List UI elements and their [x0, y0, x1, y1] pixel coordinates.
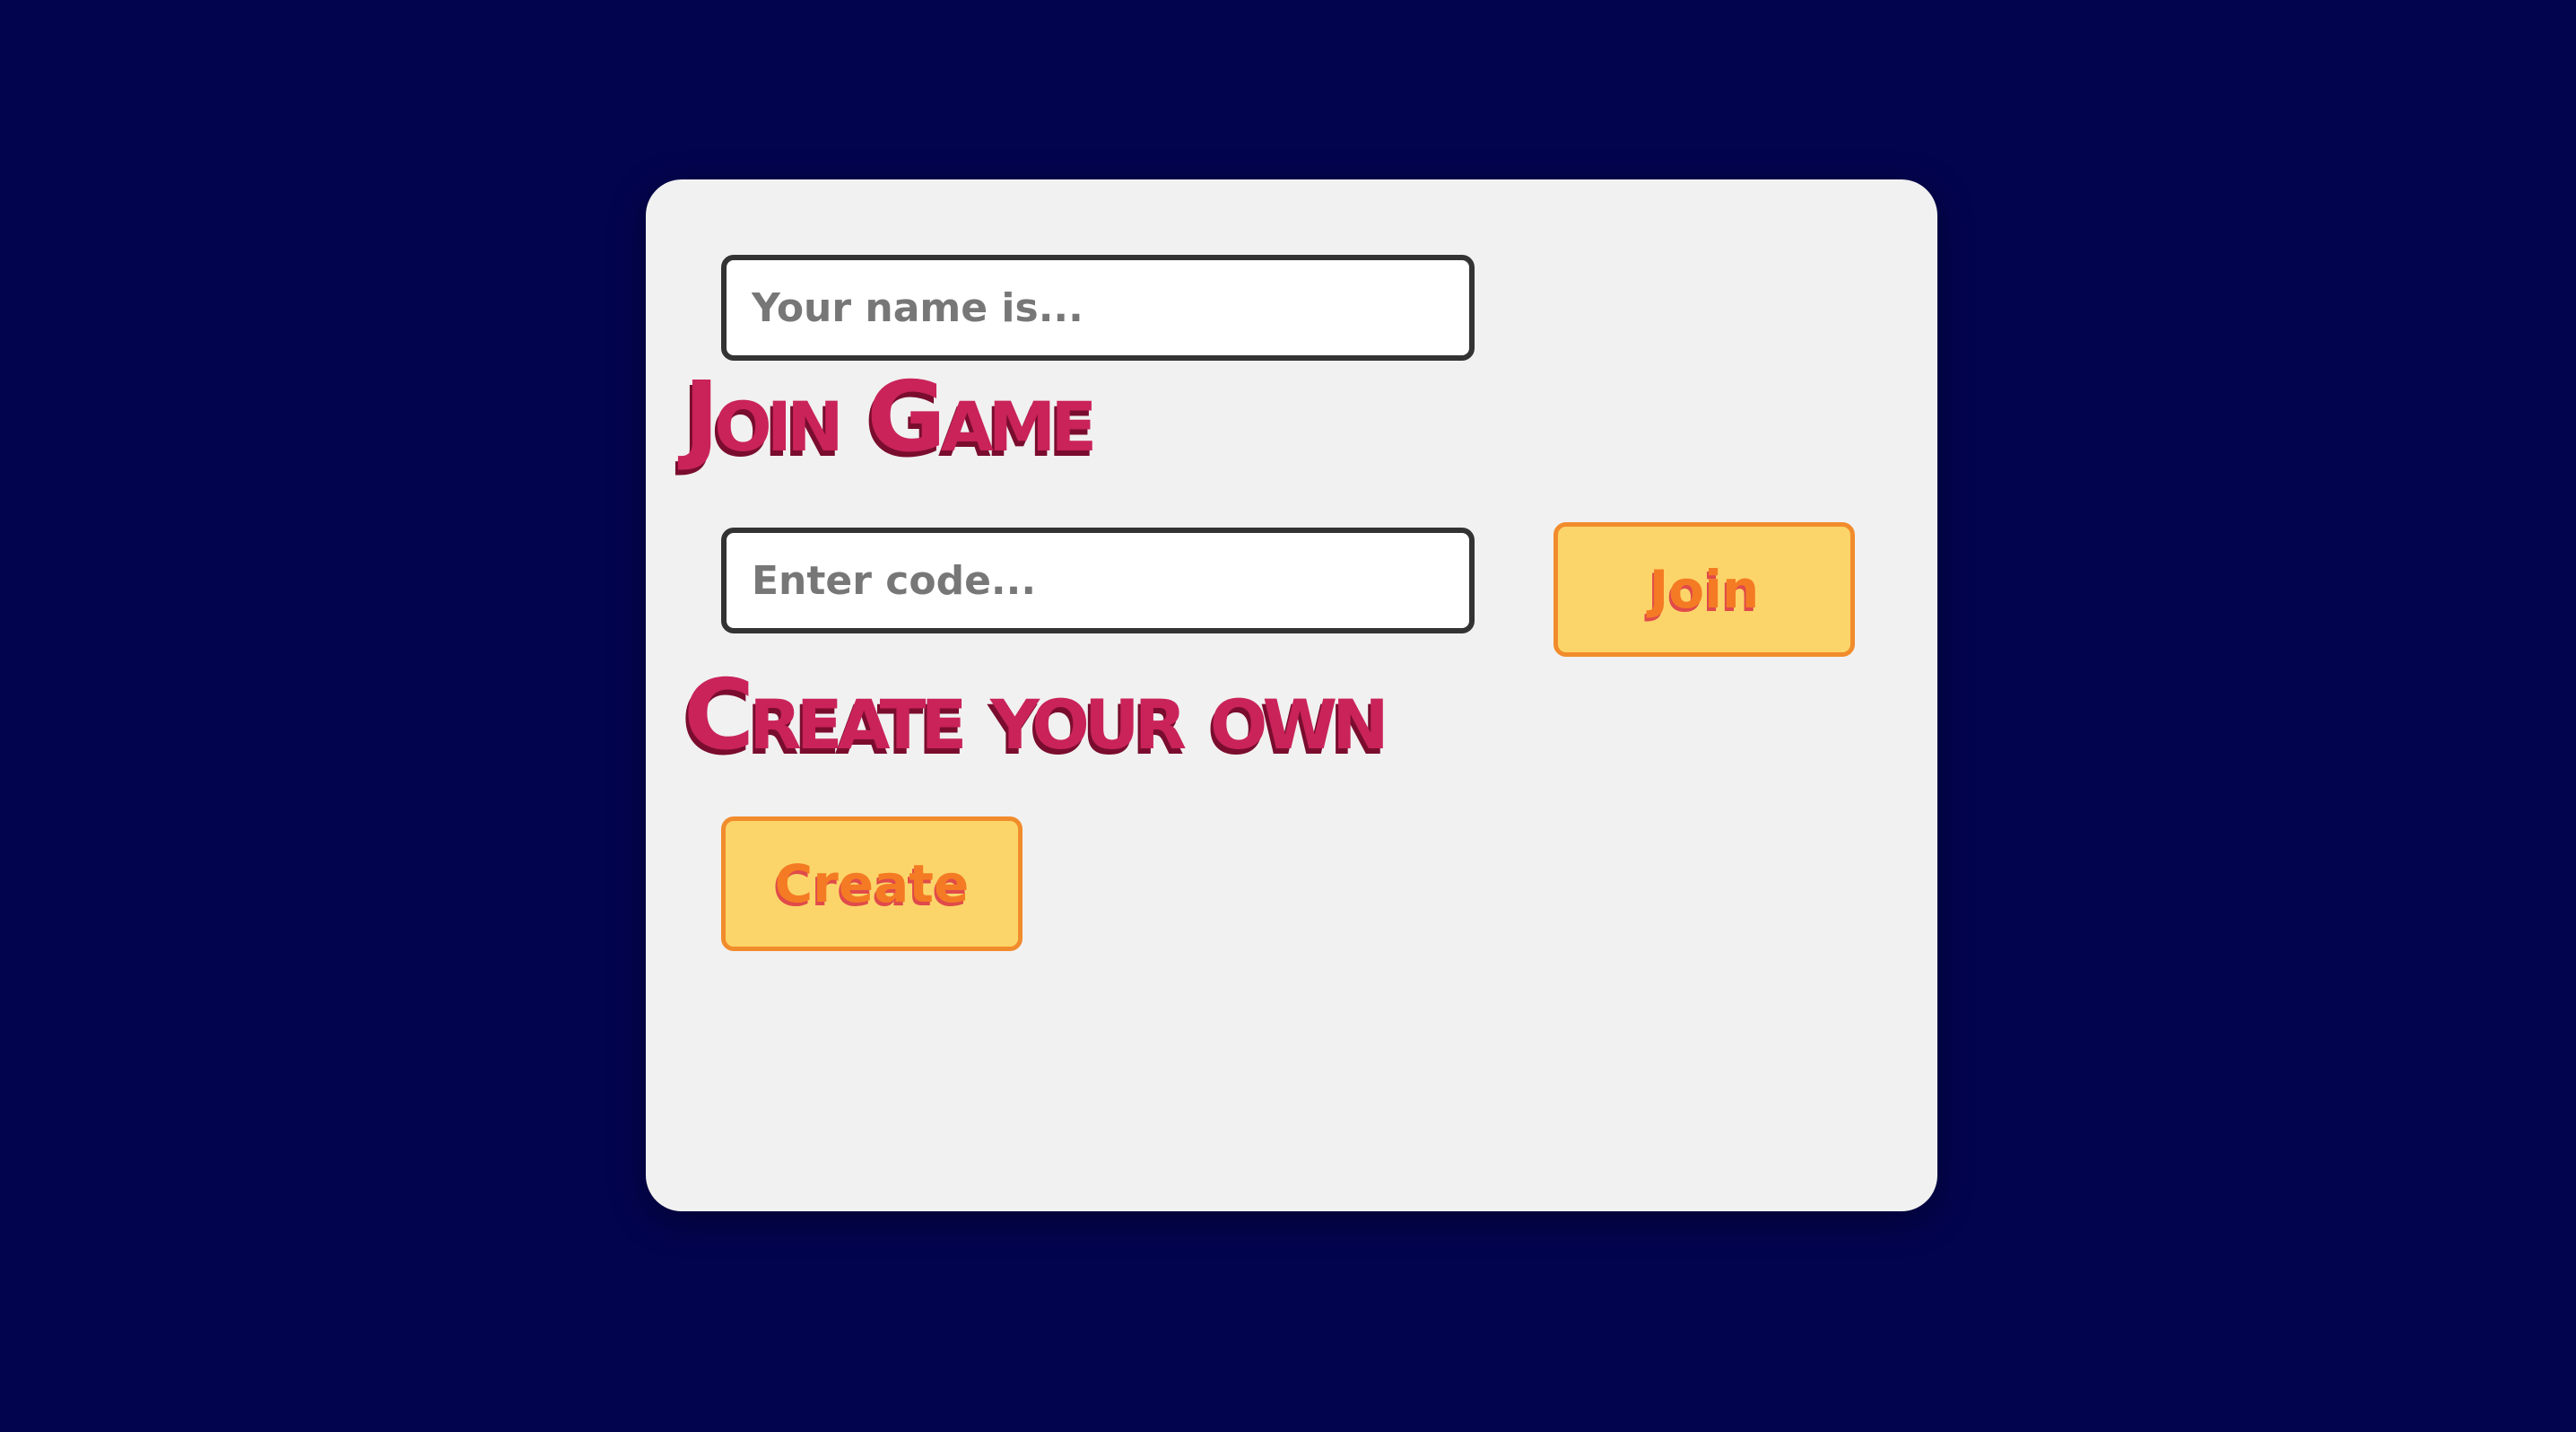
lobby-card: Join Game Join Create your own Create [646, 179, 1937, 1211]
join-button[interactable]: Join [1553, 522, 1855, 657]
join-game-heading: Join Game [683, 362, 1097, 474]
game-code-input[interactable] [721, 528, 1475, 633]
create-game-heading: Create your own [683, 659, 1389, 772]
name-input[interactable] [721, 255, 1475, 361]
create-button[interactable]: Create [721, 816, 1023, 951]
